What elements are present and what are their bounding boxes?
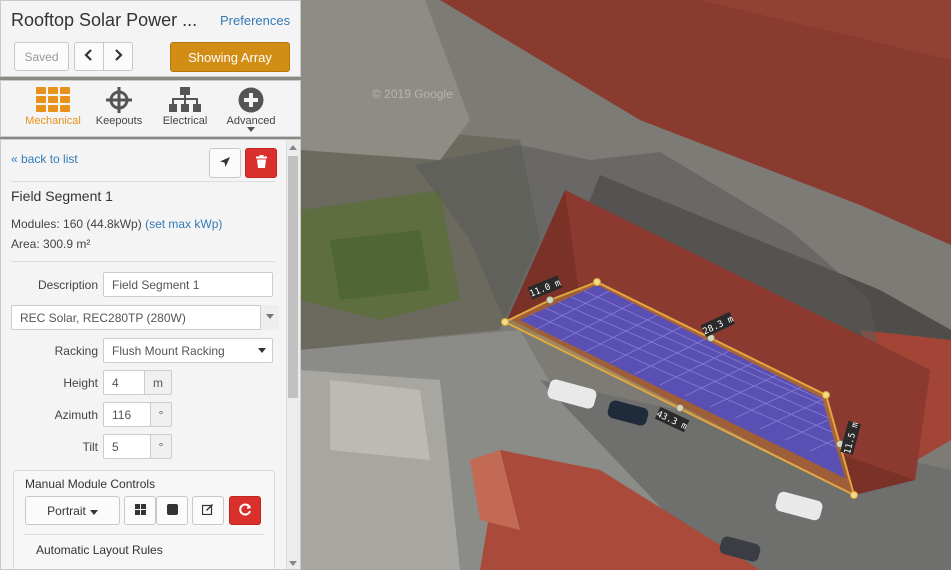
redo-button[interactable] (103, 42, 133, 71)
undo-button[interactable] (74, 42, 104, 71)
divider (11, 261, 275, 262)
height-label: Height (63, 376, 98, 390)
racking-select-value: Flush Mount Racking (112, 344, 225, 358)
fill-grid-button[interactable] (124, 496, 156, 525)
chevron-down-icon (258, 348, 266, 353)
chevron-left-icon (84, 49, 94, 64)
module-select-dropdown[interactable] (260, 305, 279, 330)
tab-electrical[interactable]: Electrical (151, 81, 219, 138)
divider (11, 181, 275, 182)
crosshair-icon (85, 87, 153, 113)
tab-mechanical-label: Mechanical (25, 115, 81, 127)
height-unit: m (144, 370, 172, 395)
area-summary: Area: 300.9 m² (11, 237, 91, 251)
modules-count: Modules: 160 (44.8kWp) (11, 217, 142, 231)
refresh-layout-button[interactable] (229, 496, 261, 525)
set-max-kwp-link[interactable]: (set max kWp) (145, 217, 222, 231)
preferences-link[interactable]: Preferences (220, 13, 290, 28)
height-input[interactable]: 4 (103, 370, 145, 395)
tab-keepouts[interactable]: Keepouts (85, 81, 153, 138)
tab-advanced-label: Advanced (226, 115, 276, 127)
grid-small-icon (134, 503, 146, 518)
description-field[interactable]: Field Segment 1 (103, 272, 273, 297)
tilt-unit: ° (150, 434, 172, 459)
divider (24, 534, 264, 535)
tab-advanced[interactable]: Advanced (217, 81, 285, 138)
grid-icon (19, 87, 87, 113)
racking-select[interactable]: Flush Mount Racking (103, 338, 273, 363)
scroll-up-icon[interactable] (289, 145, 297, 150)
chevron-down-icon (266, 314, 274, 319)
manual-module-controls: Manual Module Controls Portrait Automati… (13, 470, 275, 569)
orientation-dropdown-label: Portrait (47, 503, 86, 518)
trash-icon (255, 155, 267, 171)
locate-button[interactable] (209, 148, 241, 178)
square-icon (166, 503, 178, 518)
panel-scrollbar[interactable] (286, 140, 300, 569)
edit-icon (201, 503, 214, 518)
project-title: Rooftop Solar Power ... (11, 10, 198, 30)
caret-down-icon (89, 504, 98, 518)
plus-circle-icon (217, 87, 285, 113)
racking-label: Racking (54, 344, 98, 358)
showing-array-button[interactable]: Showing Array (170, 42, 290, 72)
module-select[interactable]: REC Solar, REC280TP (280W) (11, 305, 279, 330)
tilt-input[interactable]: 5 (103, 434, 151, 459)
segment-panel: « back to list Field Segment 1 Modules: … (0, 139, 301, 570)
scroll-down-icon[interactable] (289, 561, 297, 566)
azimuth-label: Azimuth (54, 408, 98, 422)
orientation-dropdown[interactable]: Portrait (25, 496, 120, 525)
back-to-list-link[interactable]: « back to list (11, 152, 78, 166)
tilt-label: Tilt (82, 440, 98, 454)
single-module-button[interactable] (156, 496, 188, 525)
module-select-value: REC Solar, REC280TP (280W) (20, 311, 186, 325)
hierarchy-icon (151, 87, 219, 113)
azimuth-input[interactable]: 116 (103, 402, 151, 427)
scrollbar-thumb[interactable] (288, 156, 298, 398)
caret-down-icon (217, 127, 285, 132)
saved-button[interactable]: Saved (14, 42, 69, 71)
manual-module-controls-title: Manual Module Controls (25, 477, 156, 491)
description-label: Description (37, 278, 98, 292)
tab-electrical-label: Electrical (162, 115, 208, 127)
project-header: Rooftop Solar Power ... Preferences Save… (0, 0, 301, 77)
azimuth-unit: ° (150, 402, 172, 427)
delete-segment-button[interactable] (245, 148, 277, 178)
tab-keepouts-label: Keepouts (95, 115, 143, 127)
modules-summary: Modules: 160 (44.8kWp) (set max kWp) (11, 217, 222, 231)
edit-button[interactable] (192, 496, 224, 525)
segment-name: Field Segment 1 (11, 188, 113, 204)
tool-tabs: Mechanical Keepouts Electrical Advanced (0, 80, 301, 137)
chevron-right-icon (113, 49, 123, 64)
automatic-layout-rules-heading[interactable]: Automatic Layout Rules (36, 543, 163, 557)
refresh-icon (238, 503, 252, 519)
map-watermark: © 2019 Google (372, 87, 453, 101)
tab-mechanical[interactable]: Mechanical (19, 81, 87, 138)
location-arrow-icon (219, 156, 231, 171)
